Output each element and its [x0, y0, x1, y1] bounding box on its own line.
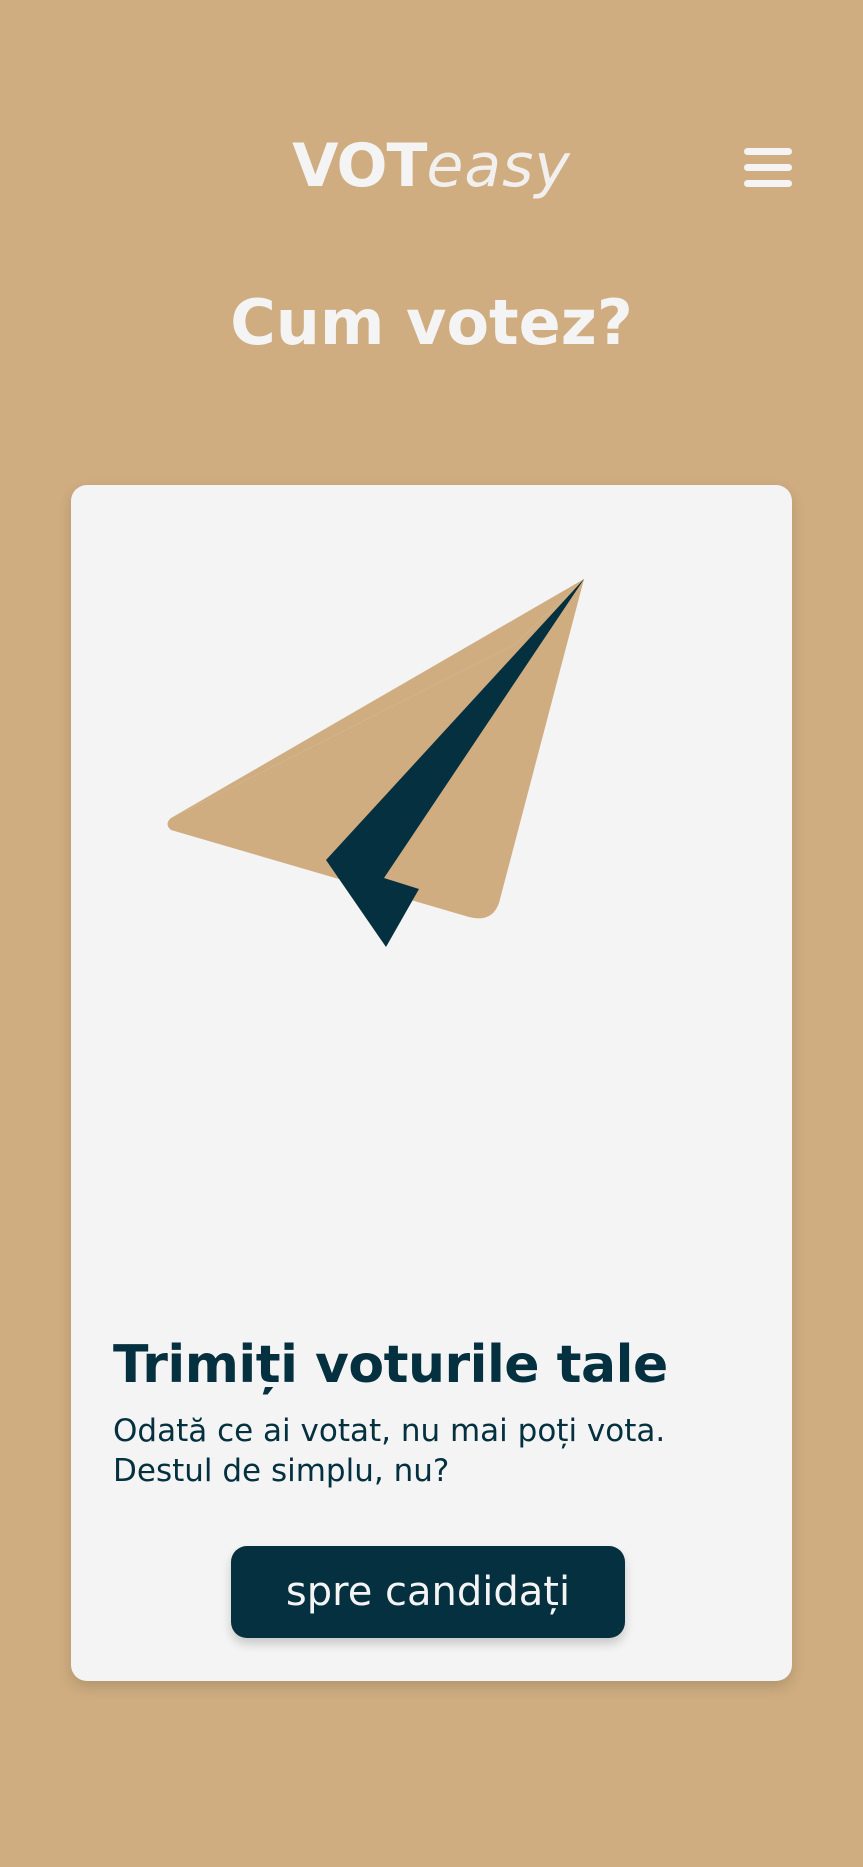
to-candidates-button[interactable]: spre candidați — [231, 1546, 625, 1638]
hamburger-menu-icon[interactable] — [736, 140, 800, 196]
page-title: Cum votez? — [230, 286, 633, 359]
card-description: Odată ce ai votat, nu mai poți vota. Des… — [113, 1411, 753, 1491]
card-description-line-1: Odată ce ai votat, nu mai poți vota. — [113, 1413, 666, 1449]
app-logo: VOTeasy — [0, 128, 863, 204]
step-card: Trimiți voturile tale Odată ce ai votat,… — [71, 485, 792, 1681]
paper-plane-icon — [167, 579, 584, 947]
card-description-line-2: Destul de simplu, nu? — [113, 1453, 450, 1489]
card-title: Trimiți voturile tale — [113, 1335, 668, 1395]
logo-text-light: easy — [426, 131, 571, 201]
logo-text-bold: VOT — [292, 131, 427, 201]
